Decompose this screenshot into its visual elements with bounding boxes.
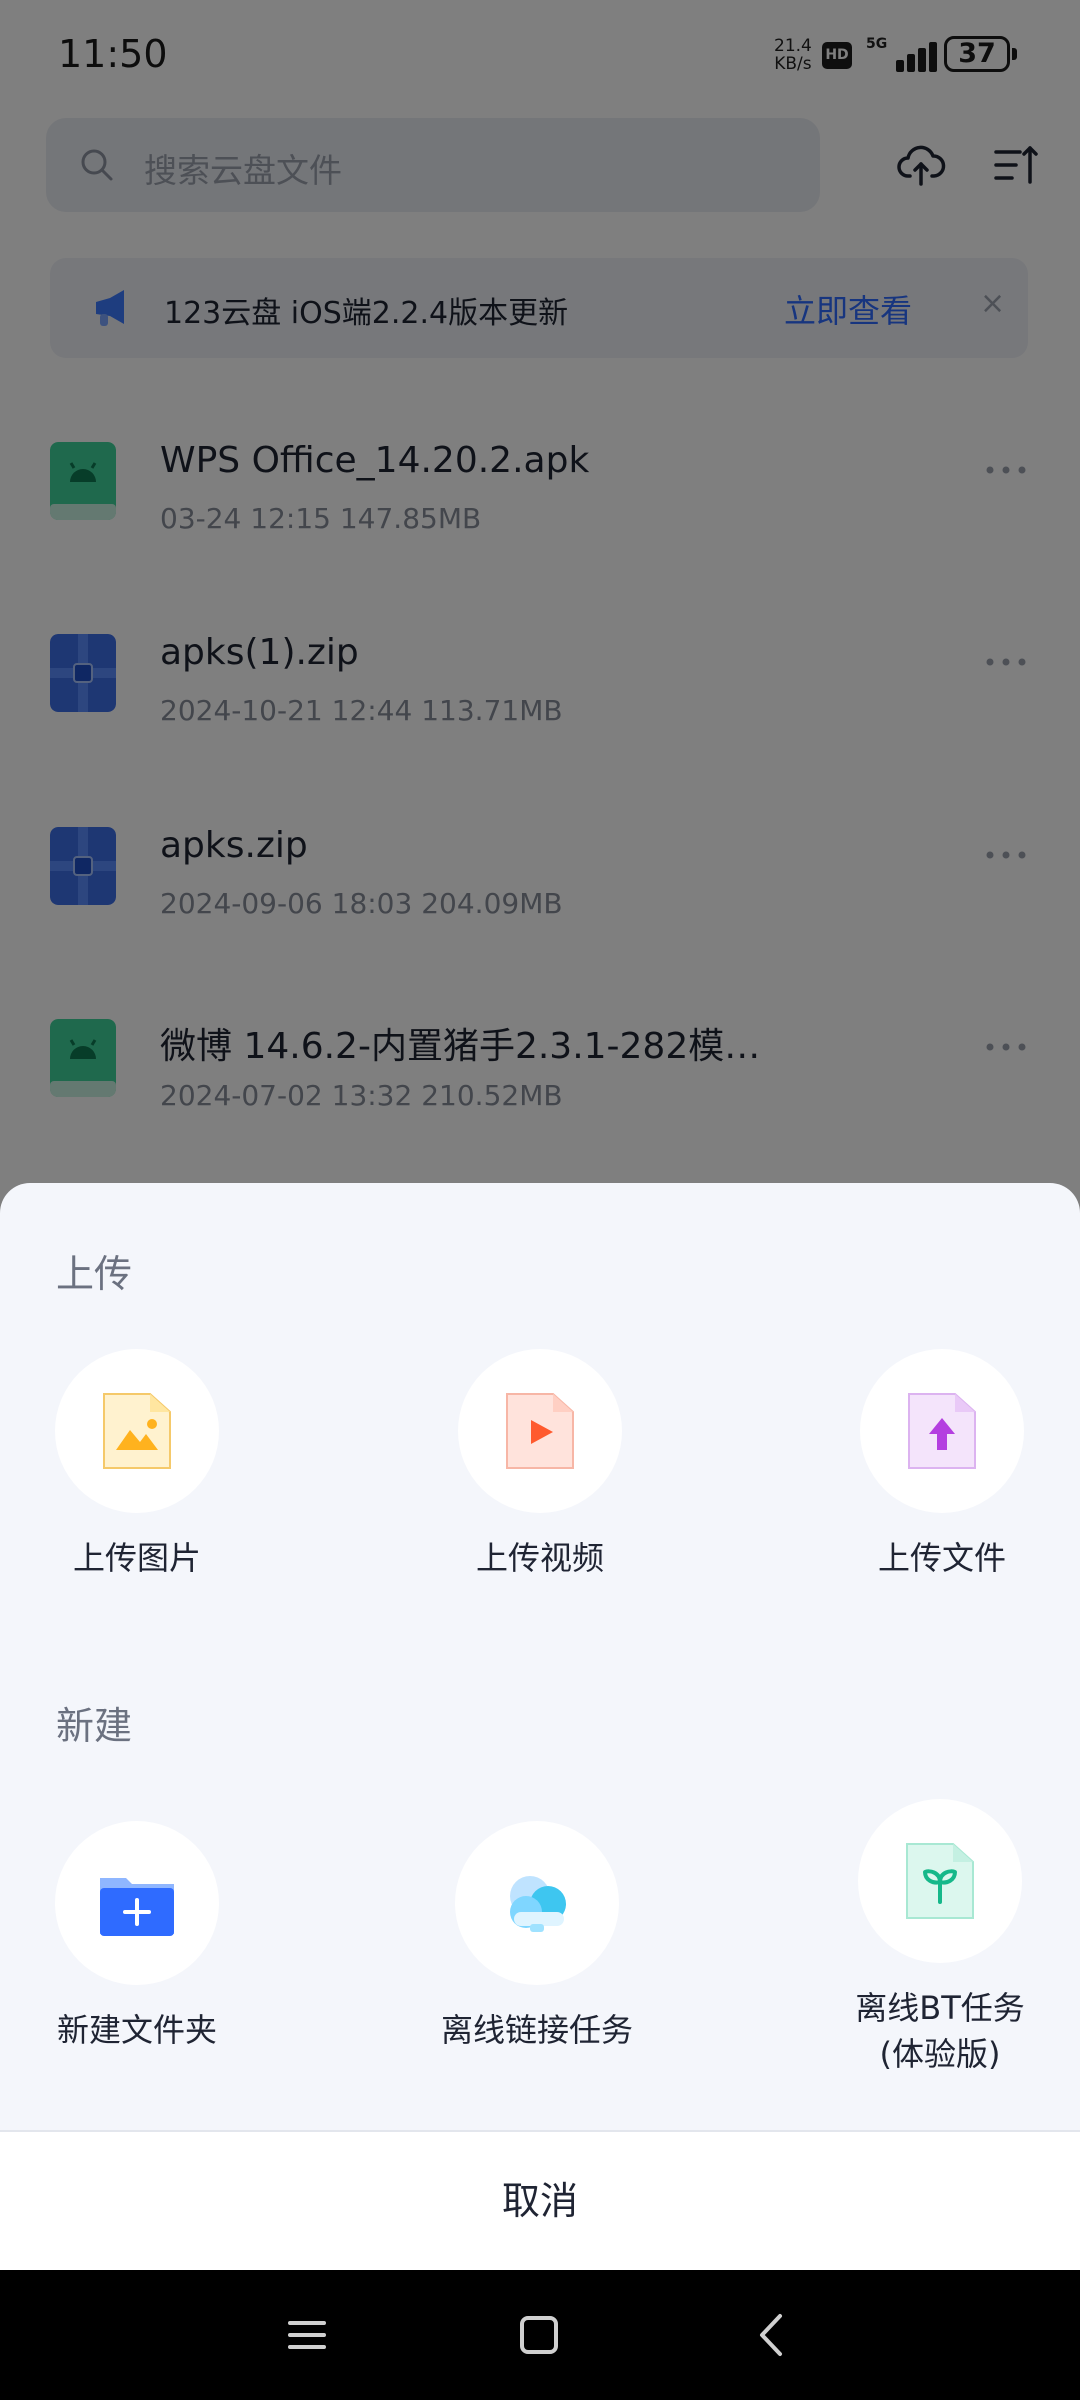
new-folder-icon	[100, 1878, 174, 1936]
bt-sprout-icon	[906, 1843, 974, 1919]
offline-bt-task-label-line2: (体验版)	[879, 2035, 1001, 2073]
upload-file-label: 上传文件	[877, 1539, 1006, 1577]
offline-link-task-label: 离线链接任务	[440, 2011, 633, 2049]
upload-section-title: 上传	[56, 1252, 133, 1296]
upload-video-label: 上传视频	[475, 1539, 604, 1577]
home-icon[interactable]	[514, 2310, 564, 2360]
new-folder-button[interactable]: 新建文件夹	[7, 1821, 267, 2049]
upload-file-button[interactable]: 上传文件	[812, 1349, 1072, 1577]
offline-bt-task-label-line1: 离线BT任务	[855, 1989, 1025, 2027]
upload-image-label: 上传图片	[72, 1539, 201, 1577]
image-file-icon	[103, 1393, 171, 1469]
offline-cloud-icon	[510, 1876, 566, 1932]
offline-bt-task-label: 离线BT任务 (体验版)	[810, 1985, 1070, 2077]
back-icon[interactable]	[748, 2310, 798, 2360]
offline-bt-task-button[interactable]: 离线BT任务 (体验版)	[810, 1799, 1070, 2073]
system-nav-bar	[0, 2270, 1080, 2400]
video-file-icon	[506, 1393, 574, 1469]
upload-image-button[interactable]: 上传图片	[7, 1349, 267, 1577]
menu-icon[interactable]	[282, 2310, 332, 2360]
create-section-title: 新建	[56, 1704, 133, 1748]
cancel-button[interactable]: 取消	[0, 2132, 1080, 2270]
upload-file-icon	[908, 1393, 976, 1469]
action-sheet: 上传 上传图片 上传视频 上传文件 新建 新建文件夹 离线链接任务 离线BT任务…	[0, 1183, 1080, 2270]
new-folder-label: 新建文件夹	[56, 2011, 217, 2049]
offline-link-task-button[interactable]: 离线链接任务	[407, 1821, 667, 2049]
upload-video-button[interactable]: 上传视频	[410, 1349, 670, 1577]
